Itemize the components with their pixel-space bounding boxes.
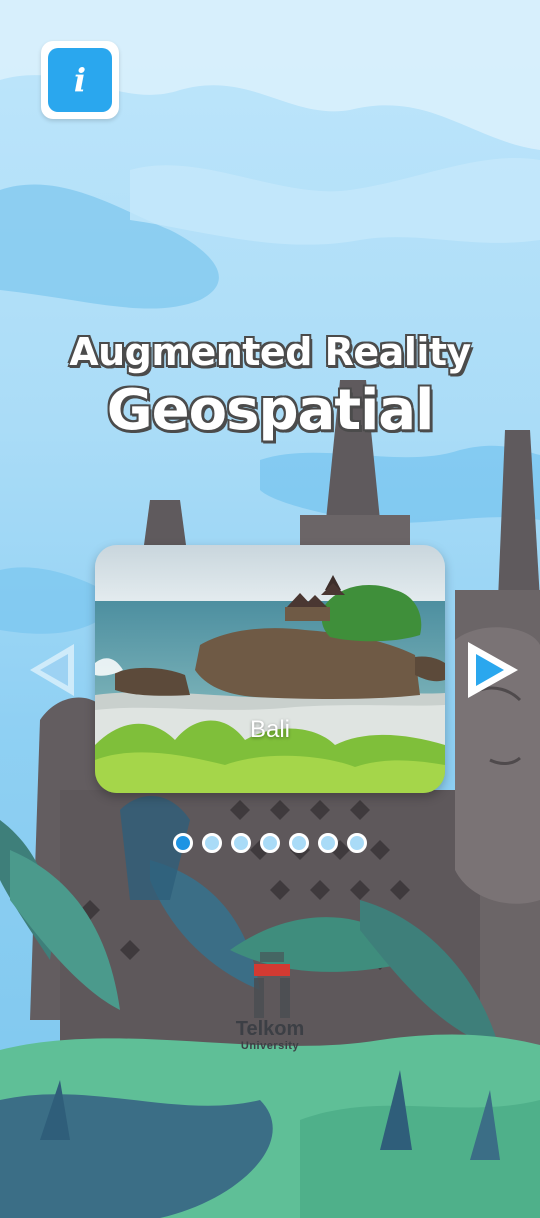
destination-image [95, 545, 445, 793]
previous-button[interactable] [22, 638, 82, 702]
pagination-dot[interactable] [202, 833, 222, 853]
pagination-dot[interactable] [260, 833, 280, 853]
chevron-left-icon [30, 644, 74, 696]
pagination-dot[interactable] [173, 833, 193, 853]
destination-label: Bali [249, 716, 291, 743]
info-button[interactable]: i [41, 41, 119, 119]
pagination-dot[interactable] [289, 833, 309, 853]
logo-text-telkom: Telkom [235, 1018, 305, 1040]
next-button[interactable] [462, 638, 522, 702]
chevron-right-icon [468, 642, 518, 698]
app-title-line1: Augmented Reality [69, 330, 471, 374]
logo-text-university: University [240, 1040, 300, 1052]
pagination-dot[interactable] [318, 833, 338, 853]
app-title-line2: Geospatial [106, 378, 435, 443]
home-screen: i Augmented Reality Geospatial Bali Telk… [0, 0, 540, 1218]
pagination-dot[interactable] [347, 833, 367, 853]
info-icon-glyph: i [73, 61, 87, 99]
destination-card[interactable] [95, 545, 445, 793]
carousel-pagination [173, 833, 367, 853]
pagination-dot[interactable] [231, 833, 251, 853]
info-icon: i [48, 48, 112, 112]
